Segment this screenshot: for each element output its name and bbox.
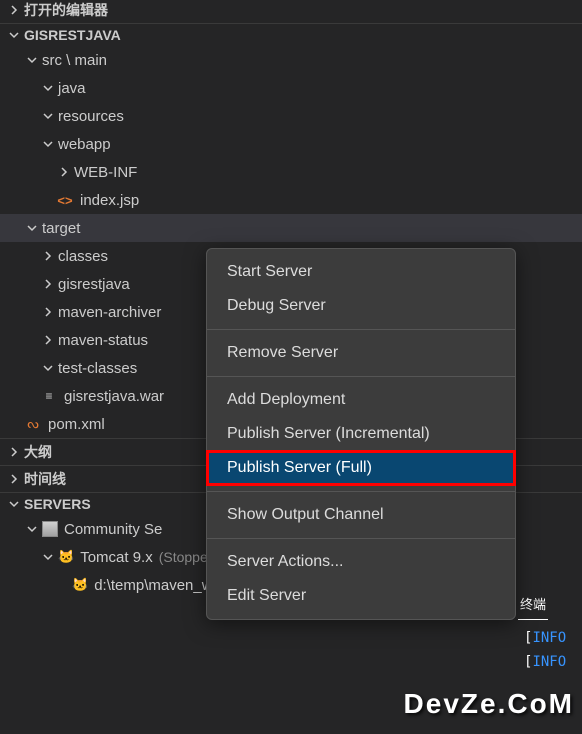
log-line: [INFO — [524, 626, 566, 650]
server-context-menu: Start Server Debug Server Remove Server … — [206, 248, 516, 620]
tree-folder-target[interactable]: target — [0, 214, 582, 242]
menu-separator — [207, 329, 515, 330]
chevron-right-icon — [40, 304, 56, 320]
jsp-file-icon: <> — [56, 191, 74, 209]
folder-label: WEB-INF — [74, 164, 137, 181]
folder-label: classes — [58, 248, 108, 265]
section-open-editors[interactable]: 打开的编辑器 — [0, 0, 582, 23]
server-label: Tomcat 9.x — [80, 549, 153, 566]
chevron-down-icon — [24, 220, 40, 236]
tree-file-index-jsp[interactable]: <> index.jsp — [0, 186, 582, 214]
menu-edit-server[interactable]: Edit Server — [207, 579, 515, 613]
folder-label: java — [58, 80, 86, 97]
terminal-output: [INFO [INFO — [524, 626, 566, 674]
terminal-tab[interactable]: 终端 — [518, 588, 548, 620]
section-label: SERVERS — [24, 496, 91, 512]
xml-file-icon: ᔓ — [24, 415, 42, 433]
server-provider-icon — [42, 521, 58, 537]
chevron-right-icon — [40, 332, 56, 348]
menu-separator — [207, 538, 515, 539]
folder-label: gisrestjava — [58, 276, 130, 293]
tree-folder-web-inf[interactable]: WEB-INF — [0, 158, 582, 186]
chevron-down-icon — [24, 521, 40, 537]
chevron-down-icon — [40, 136, 56, 152]
tree-folder-webapp[interactable]: webapp — [0, 130, 582, 158]
menu-show-output[interactable]: Show Output Channel — [207, 498, 515, 532]
section-label: 打开的编辑器 — [24, 0, 108, 20]
folder-label: src \ main — [42, 52, 107, 69]
chevron-down-icon — [6, 496, 22, 512]
chevron-down-icon — [40, 108, 56, 124]
chevron-down-icon — [24, 52, 40, 68]
section-label: GISRESTJAVA — [24, 27, 121, 43]
chevron-right-icon — [40, 276, 56, 292]
menu-start-server[interactable]: Start Server — [207, 255, 515, 289]
menu-debug-server[interactable]: Debug Server — [207, 289, 515, 323]
folder-label: maven-status — [58, 332, 148, 349]
section-label: 时间线 — [24, 469, 66, 489]
menu-add-deployment[interactable]: Add Deployment — [207, 383, 515, 417]
tomcat-icon: 🐱 — [72, 577, 88, 593]
log-line: [INFO — [524, 650, 566, 674]
menu-publish-incremental[interactable]: Publish Server (Incremental) — [207, 417, 515, 451]
chevron-right-icon — [6, 444, 22, 460]
section-label: 大纲 — [24, 442, 52, 462]
chevron-right-icon — [6, 2, 22, 18]
folder-label: maven-archiver — [58, 304, 161, 321]
chevron-down-icon — [40, 360, 56, 376]
menu-server-actions[interactable]: Server Actions... — [207, 545, 515, 579]
server-label: Community Se — [64, 521, 162, 538]
chevron-right-icon — [6, 471, 22, 487]
chevron-down-icon — [40, 80, 56, 96]
menu-separator — [207, 376, 515, 377]
file-label: pom.xml — [48, 416, 105, 433]
tree-folder-src-main[interactable]: src \ main — [0, 46, 582, 74]
tree-folder-resources[interactable]: resources — [0, 102, 582, 130]
tomcat-icon: 🐱 — [58, 549, 74, 565]
menu-remove-server[interactable]: Remove Server — [207, 336, 515, 370]
folder-label: resources — [58, 108, 124, 125]
folder-label: target — [42, 220, 80, 237]
file-label: gisrestjava.war — [64, 388, 164, 405]
chevron-right-icon — [56, 164, 72, 180]
section-project[interactable]: GISRESTJAVA — [0, 23, 582, 46]
menu-separator — [207, 491, 515, 492]
file-label: index.jsp — [80, 192, 139, 209]
menu-publish-full[interactable]: Publish Server (Full) — [207, 451, 515, 485]
folder-label: webapp — [58, 136, 111, 153]
chevron-down-icon — [6, 27, 22, 43]
terminal-panel-tabs: 终端 — [518, 588, 548, 620]
tree-folder-java[interactable]: java — [0, 74, 582, 102]
folder-label: test-classes — [58, 360, 137, 377]
chevron-right-icon — [40, 248, 56, 264]
war-file-icon: ≡ — [40, 387, 58, 405]
chevron-down-icon — [40, 549, 56, 565]
